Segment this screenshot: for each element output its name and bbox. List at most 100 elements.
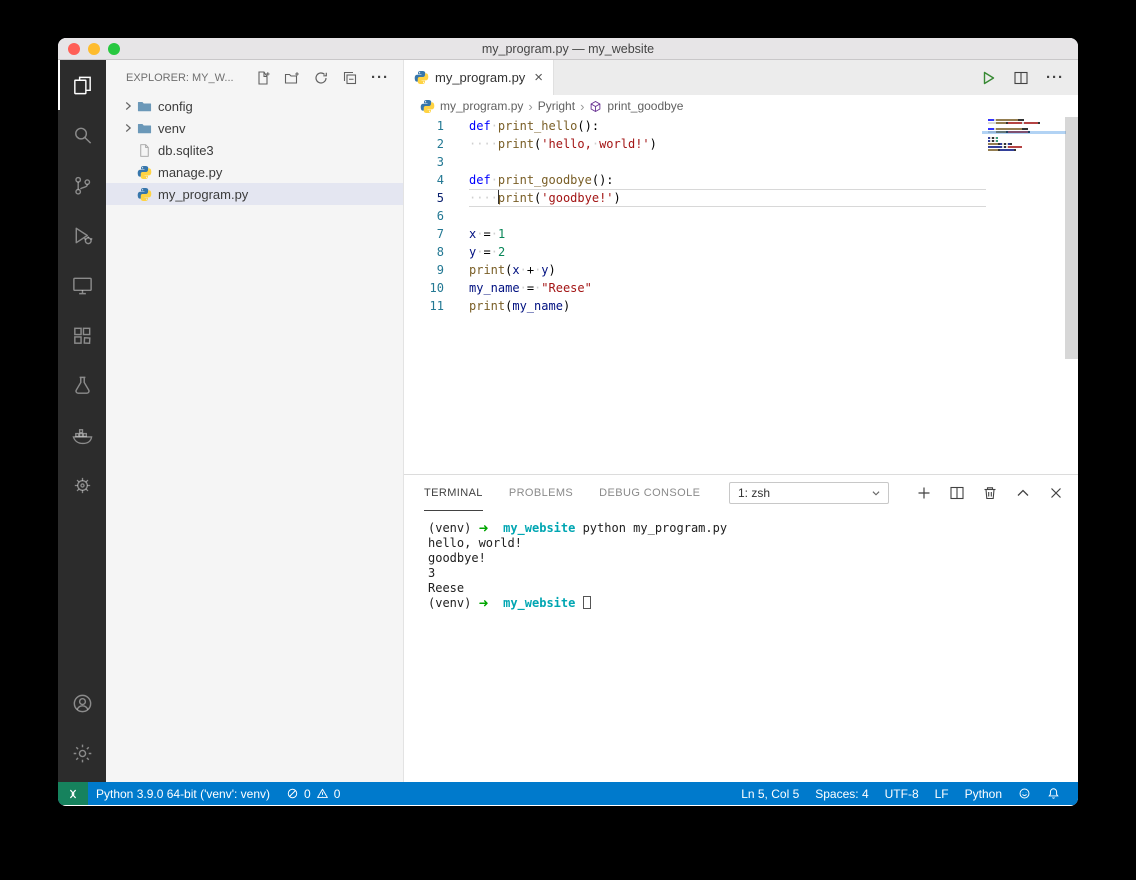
- breadcrumb-symbol[interactable]: print_goodbye: [607, 99, 683, 113]
- tree-indent: [120, 164, 136, 180]
- encoding-status[interactable]: UTF-8: [877, 782, 927, 805]
- explorer-title: EXPLORER: MY_W...: [126, 72, 255, 84]
- tree-item-my-program-py[interactable]: my_program.py: [106, 183, 403, 205]
- source-control-icon[interactable]: [58, 160, 106, 210]
- code-lines: 1def·print_hello():2····print('hello,·wo…: [404, 117, 1078, 315]
- code-line-8[interactable]: 8y·=·2: [404, 243, 1078, 261]
- code-line-4[interactable]: 4def·print_goodbye():: [404, 171, 1078, 189]
- line-number: 8: [404, 243, 444, 261]
- terminal-line: (venv) ➜ my_website: [428, 596, 1078, 611]
- close-window-button[interactable]: [68, 43, 80, 55]
- minimap-active-line: [982, 131, 1066, 134]
- terminal-body[interactable]: (venv) ➜ my_website python my_program.py…: [404, 511, 1078, 782]
- language-mode-status[interactable]: Python: [957, 782, 1010, 805]
- run-button[interactable]: [980, 70, 996, 86]
- tab-terminal[interactable]: TERMINAL: [424, 475, 483, 511]
- breadcrumb-file[interactable]: my_program.py: [440, 99, 523, 113]
- tree-indent: [120, 142, 136, 158]
- run-and-debug-icon[interactable]: [58, 210, 106, 260]
- settings-gear-icon[interactable]: [58, 728, 106, 778]
- more-actions-icon[interactable]: ···: [371, 70, 389, 85]
- indentation-status[interactable]: Spaces: 4: [807, 782, 876, 805]
- new-folder-icon[interactable]: [284, 70, 300, 86]
- tree-item-label: db.sqlite3: [158, 143, 214, 158]
- line-number: 10: [404, 279, 444, 297]
- error-icon: [286, 787, 299, 800]
- terminal-line: 3: [428, 566, 1078, 581]
- eol-status[interactable]: LF: [927, 782, 957, 805]
- terminal-picker[interactable]: 1: zsh: [729, 482, 889, 504]
- collapse-folders-icon[interactable]: [342, 70, 358, 86]
- terminal-cursor: [583, 596, 591, 609]
- code-editor[interactable]: 1def·print_hello():2····print('hello,·wo…: [404, 117, 1078, 474]
- window-title: my_program.py — my_website: [58, 42, 1078, 56]
- python-interpreter-status[interactable]: Python 3.9.0 64-bit ('venv': venv): [88, 782, 278, 805]
- code-line-6[interactable]: 6: [404, 207, 1078, 225]
- code-line-10[interactable]: 10my_name·=·"Reese": [404, 279, 1078, 297]
- terminal-line: goodbye!: [428, 551, 1078, 566]
- refresh-icon[interactable]: [313, 70, 329, 86]
- folder-icon: [136, 98, 152, 114]
- chevron-right-icon[interactable]: [120, 120, 136, 136]
- remote-explorer-icon[interactable]: [58, 260, 106, 310]
- new-terminal-icon[interactable]: [916, 485, 932, 501]
- line-number: 6: [404, 207, 444, 225]
- tab-my-program[interactable]: my_program.py ×: [404, 60, 554, 95]
- code-line-2[interactable]: 2····print('hello,·world!'): [404, 135, 1078, 153]
- new-file-icon[interactable]: [255, 70, 271, 86]
- tab-problems[interactable]: PROBLEMS: [509, 475, 573, 511]
- tree-item-label: manage.py: [158, 165, 222, 180]
- line-number: 1: [404, 117, 444, 135]
- testing-beaker-icon[interactable]: [58, 360, 106, 410]
- editor-more-actions-icon[interactable]: ···: [1046, 70, 1064, 85]
- line-number: 11: [404, 297, 444, 315]
- cursor-position-status[interactable]: Ln 5, Col 5: [733, 782, 807, 805]
- breadcrumb-pyright[interactable]: Pyright: [538, 99, 575, 113]
- code-line-11[interactable]: 11print(my_name): [404, 297, 1078, 315]
- minimap[interactable]: [988, 119, 1064, 152]
- problems-status[interactable]: 0 0: [278, 782, 348, 805]
- code-line-1[interactable]: 1def·print_hello():: [404, 117, 1078, 135]
- editor-scrollbar[interactable]: [1065, 117, 1078, 359]
- docker-icon[interactable]: [58, 410, 106, 460]
- kill-terminal-icon[interactable]: [982, 485, 998, 501]
- split-editor-icon[interactable]: [1013, 70, 1029, 86]
- tree-item-db-sqlite3[interactable]: db.sqlite3: [106, 139, 403, 161]
- warning-icon: [316, 787, 329, 800]
- code-line-5[interactable]: 5····print('goodbye!'): [404, 189, 1078, 207]
- feedback-icon[interactable]: [1010, 782, 1039, 805]
- line-number: 9: [404, 261, 444, 279]
- minimize-window-button[interactable]: [88, 43, 100, 55]
- tree-item-label: venv: [158, 121, 185, 136]
- maximize-panel-icon[interactable]: [1015, 485, 1031, 501]
- traffic-lights: [68, 43, 120, 55]
- python-icon: [136, 186, 152, 202]
- tree-item-manage-py[interactable]: manage.py: [106, 161, 403, 183]
- explorer-icon[interactable]: [58, 60, 106, 110]
- explorer-sidebar: EXPLORER: MY_W... ··· config venv db.sqlit…: [106, 60, 403, 782]
- tree-indent: [120, 186, 136, 202]
- line-number: 5: [404, 189, 444, 207]
- remote-indicator[interactable]: [58, 782, 88, 805]
- status-bar: Python 3.9.0 64-bit ('venv': venv) 0 0 L…: [58, 782, 1078, 805]
- close-tab-icon[interactable]: ×: [534, 70, 543, 85]
- desktop: { "window": { "title": "my_program.py — …: [0, 0, 1136, 880]
- close-panel-icon[interactable]: [1048, 485, 1064, 501]
- code-line-3[interactable]: 3: [404, 153, 1078, 171]
- split-terminal-icon[interactable]: [949, 485, 965, 501]
- code-line-7[interactable]: 7x·=·1: [404, 225, 1078, 243]
- zoom-window-button[interactable]: [108, 43, 120, 55]
- notifications-bell-icon[interactable]: [1039, 782, 1068, 805]
- code-line-9[interactable]: 9print(x·+·y): [404, 261, 1078, 279]
- tree-item-config[interactable]: config: [106, 95, 403, 117]
- tree-item-venv[interactable]: venv: [106, 117, 403, 139]
- panel-header: TERMINAL PROBLEMS DEBUG CONSOLE 1: zsh: [404, 475, 1078, 511]
- accounts-icon[interactable]: [58, 678, 106, 728]
- extensions-icon[interactable]: [58, 310, 106, 360]
- plugin-gear-icon[interactable]: [58, 460, 106, 510]
- line-number: 2: [404, 135, 444, 153]
- tab-debug-console[interactable]: DEBUG CONSOLE: [599, 475, 700, 511]
- warning-count: 0: [334, 787, 341, 801]
- search-icon[interactable]: [58, 110, 106, 160]
- chevron-right-icon[interactable]: [120, 98, 136, 114]
